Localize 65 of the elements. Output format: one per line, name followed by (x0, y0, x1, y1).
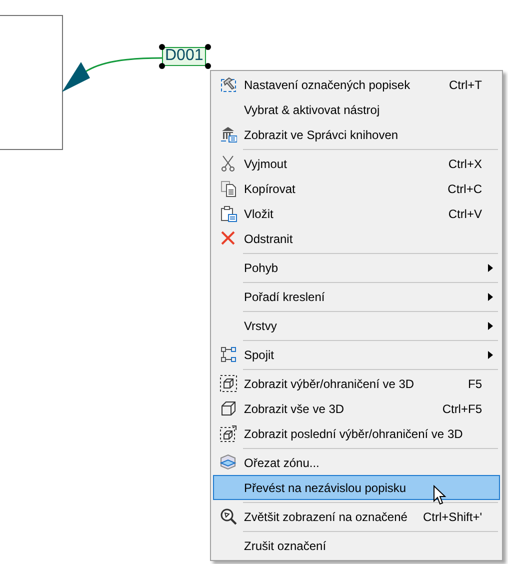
shortcut-text: Ctrl+V (447, 206, 482, 222)
menu-item-label: Zobrazit poslední výběr/ohraničení ve 3D (243, 426, 463, 442)
menu-item[interactable]: Ořezat zónu... (213, 450, 500, 475)
menu-item-label: Nastavení označených popisek (243, 76, 410, 94)
paste-icon (220, 205, 236, 222)
menu-item-label: Zrušit označení (243, 538, 326, 554)
menu-item-label: Zobrazit ve Správci knihoven (243, 126, 398, 144)
shortcut-text: F5 (466, 376, 482, 392)
shortcut-text: Ctrl+T (448, 76, 482, 94)
menu-item[interactable]: Zobrazit poslední výběr/ohraničení ve 3D (213, 421, 500, 446)
cube-icon (220, 400, 236, 417)
menu-item-label: Převést na nezávislou popisku (243, 480, 406, 496)
menu-item[interactable]: Vyjmout Ctrl+X (213, 151, 500, 176)
menu-item[interactable]: Nastavení označených popisek Ctrl+T (213, 72, 500, 97)
menu-item[interactable]: Spojit (213, 342, 500, 367)
menu-item-label: Vložit (243, 206, 274, 222)
cube-selection-icon (220, 375, 236, 392)
selection-handle[interactable] (159, 63, 165, 69)
connect-icon (220, 346, 236, 363)
delete-icon (220, 230, 236, 247)
shortcut-text: Ctrl+F5 (441, 400, 482, 418)
selection-handle[interactable] (159, 44, 165, 50)
menu-item-label: Zobrazit vše ve 3D (243, 400, 344, 418)
menu-item[interactable]: Převést na nezávislou popisku (213, 475, 500, 500)
menu-item-label: Ořezat zónu... (243, 454, 320, 472)
menu-item-label: Pořadí kreslení (243, 288, 325, 306)
shortcut-text: Ctrl+C (446, 180, 482, 198)
menu-item-label: Vybrat & aktivovat nástroj (243, 102, 380, 118)
menu-item[interactable]: Zvětšit zobrazení na označené Ctrl+Shift+' (213, 504, 500, 529)
menu-item[interactable]: Kopírovat Ctrl+C (213, 176, 500, 201)
scissors-icon (220, 155, 236, 172)
copy-icon (220, 180, 236, 197)
library-icon (220, 126, 236, 143)
zone-icon (220, 454, 236, 471)
menu-item[interactable]: Zobrazit vše ve 3D Ctrl+F5 (213, 396, 500, 421)
menu-item-label: Kopírovat (243, 180, 296, 198)
label-tag[interactable]: D001 (162, 47, 206, 66)
menu-item[interactable]: Pořadí kreslení (213, 284, 500, 309)
shortcut-text: Ctrl+X (447, 156, 482, 172)
menu-item[interactable]: Vybrat & aktivovat nástroj (213, 97, 500, 122)
selection-handle[interactable] (205, 44, 211, 50)
selection-handle[interactable] (205, 63, 211, 69)
menu-item[interactable]: Zobrazit výběr/ohraničení ve 3D F5 (213, 371, 500, 396)
zoom-icon (220, 508, 236, 525)
submenu-arrow-icon (488, 292, 493, 300)
submenu-arrow-icon (488, 322, 493, 330)
menu-item-label: Odstranit (243, 230, 293, 248)
menu-item[interactable]: Zrušit označení (213, 533, 500, 558)
cube-selection-icon (220, 425, 236, 442)
menu-item-label: Vyjmout (243, 156, 287, 172)
submenu-arrow-icon (488, 264, 493, 272)
submenu-arrow-icon (488, 350, 493, 358)
menu-item-label: Zvětšit zobrazení na označené (243, 508, 408, 526)
menu-item-label: Spojit (243, 346, 274, 364)
menu-item[interactable]: Pohyb (213, 255, 500, 280)
menu-item-label: Zobrazit výběr/ohraničení ve 3D (243, 376, 414, 392)
menu-item-label: Pohyb (243, 260, 278, 276)
mouse-cursor-icon (433, 485, 447, 506)
menu-item[interactable]: Zobrazit ve Správci knihoven (213, 122, 500, 147)
menu-item[interactable]: Vložit Ctrl+V (213, 201, 500, 226)
shortcut-text: Ctrl+Shift+' (422, 508, 482, 526)
settings-icon (220, 76, 236, 93)
menu-item[interactable]: Vrstvy (213, 313, 500, 338)
menu-item-label: Vrstvy (243, 318, 277, 334)
menu-item[interactable]: Odstranit (213, 226, 500, 251)
